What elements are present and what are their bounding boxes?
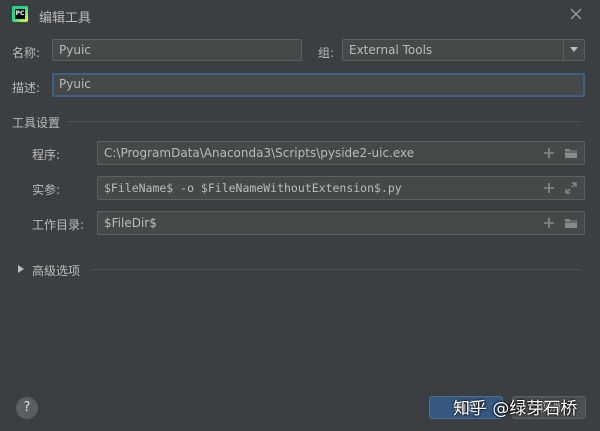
program-label: 程序: <box>32 148 61 162</box>
plus-icon[interactable] <box>542 216 556 230</box>
folder-icon[interactable] <box>564 216 578 230</box>
workdir-label: 工作目录: <box>32 218 85 232</box>
pycharm-app-icon: PC <box>12 6 28 22</box>
group-select[interactable]: External Tools <box>342 39 585 61</box>
name-input[interactable]: Pyuic <box>52 39 302 61</box>
workdir-input[interactable]: $FileDir$ <box>97 211 585 235</box>
workdir-value: $FileDir$ <box>104 216 157 230</box>
dialog-title: 编辑工具 <box>39 11 92 26</box>
section-divider <box>67 121 582 122</box>
chevron-down-icon <box>570 47 578 52</box>
folder-icon[interactable] <box>564 146 578 160</box>
arguments-label: 实参: <box>32 183 61 197</box>
group-dropdown-button[interactable] <box>563 40 584 60</box>
arguments-value: $FileName$ -o $FileNameWithoutExtension$… <box>104 181 402 195</box>
advanced-divider <box>91 269 581 270</box>
plus-icon[interactable] <box>542 146 556 160</box>
close-button[interactable] <box>567 5 585 23</box>
description-label: 描述: <box>12 81 41 95</box>
group-select-value: External Tools <box>349 43 433 57</box>
app-icon-text: PC <box>15 9 25 19</box>
description-input[interactable]: Pyuic <box>52 73 585 97</box>
name-label: 名称: <box>12 46 41 60</box>
watermark-text: 知乎 @绿芽石桥 <box>453 399 578 419</box>
close-icon <box>570 8 582 20</box>
advanced-options-label: 高级选项 <box>32 264 81 278</box>
tool-settings-heading: 工具设置 <box>12 116 61 130</box>
title-bar: PC 编辑工具 <box>0 0 600 30</box>
help-button[interactable]: ? <box>16 397 38 419</box>
arguments-input[interactable]: $FileName$ -o $FileNameWithoutExtension$… <box>97 176 585 200</box>
expand-icon[interactable] <box>564 181 578 195</box>
group-label: 组: <box>318 46 335 60</box>
program-input[interactable]: C:\ProgramData\Anaconda3\Scripts\pyside2… <box>97 141 585 165</box>
chevron-right-icon <box>18 265 24 273</box>
program-value: C:\ProgramData\Anaconda3\Scripts\pyside2… <box>104 146 415 160</box>
plus-icon[interactable] <box>542 181 556 195</box>
